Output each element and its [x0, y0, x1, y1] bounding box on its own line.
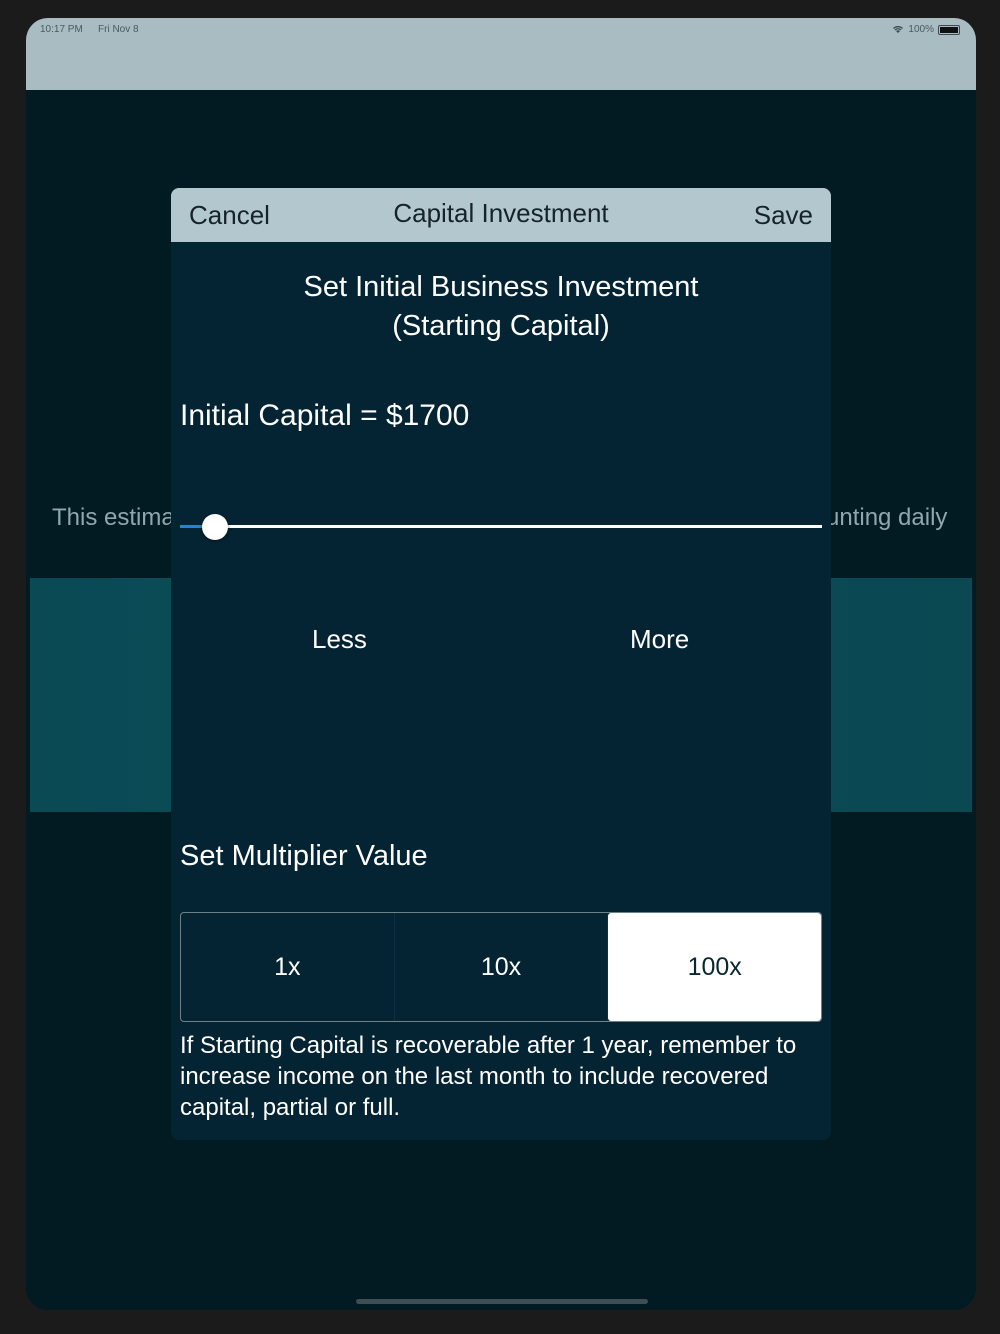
- multiplier-option-1x[interactable]: 1x: [181, 913, 395, 1021]
- status-right: 100%: [892, 24, 960, 35]
- recovery-note: If Starting Capital is recoverable after…: [180, 1032, 797, 1121]
- heading-line-1: Set Initial Business Investment: [303, 271, 699, 303]
- status-bar: 10:17 PM Fri Nov 8 100%: [26, 18, 976, 90]
- less-button[interactable]: Less: [312, 624, 367, 655]
- multiplier-option-100x[interactable]: 100x: [608, 913, 821, 1021]
- modal-title: Capital Investment: [393, 198, 609, 228]
- status-date: Fri Nov 8: [98, 24, 139, 35]
- battery-icon: [938, 24, 960, 35]
- background-text-left: This estima: [52, 504, 175, 531]
- battery-percent: 100%: [908, 24, 934, 35]
- more-button[interactable]: More: [630, 624, 689, 655]
- multiplier-option-10x[interactable]: 10x: [395, 913, 609, 1021]
- slider-thumb[interactable]: [201, 514, 228, 540]
- modal-header: Capital Investment Cancel Save: [171, 188, 831, 242]
- background-text-right: unting daily: [826, 504, 948, 531]
- initial-capital-label: Initial Capital = $1700: [180, 399, 470, 432]
- capital-slider[interactable]: [180, 514, 822, 540]
- heading-line-2: (Starting Capital): [392, 310, 610, 342]
- save-button[interactable]: Save: [754, 200, 813, 231]
- status-time: 10:17 PM: [40, 24, 83, 35]
- slider-track: [180, 525, 822, 528]
- capital-investment-modal: Capital Investment Cancel Save Set Initi…: [171, 188, 831, 1140]
- cancel-button[interactable]: Cancel: [189, 200, 270, 231]
- multiplier-label: Set Multiplier Value: [180, 840, 428, 872]
- modal-heading: Set Initial Business Investment (Startin…: [171, 268, 831, 346]
- multiplier-segmented-control: 1x 10x 100x: [180, 912, 822, 1022]
- home-indicator: [356, 1299, 648, 1304]
- wifi-icon: [893, 26, 904, 33]
